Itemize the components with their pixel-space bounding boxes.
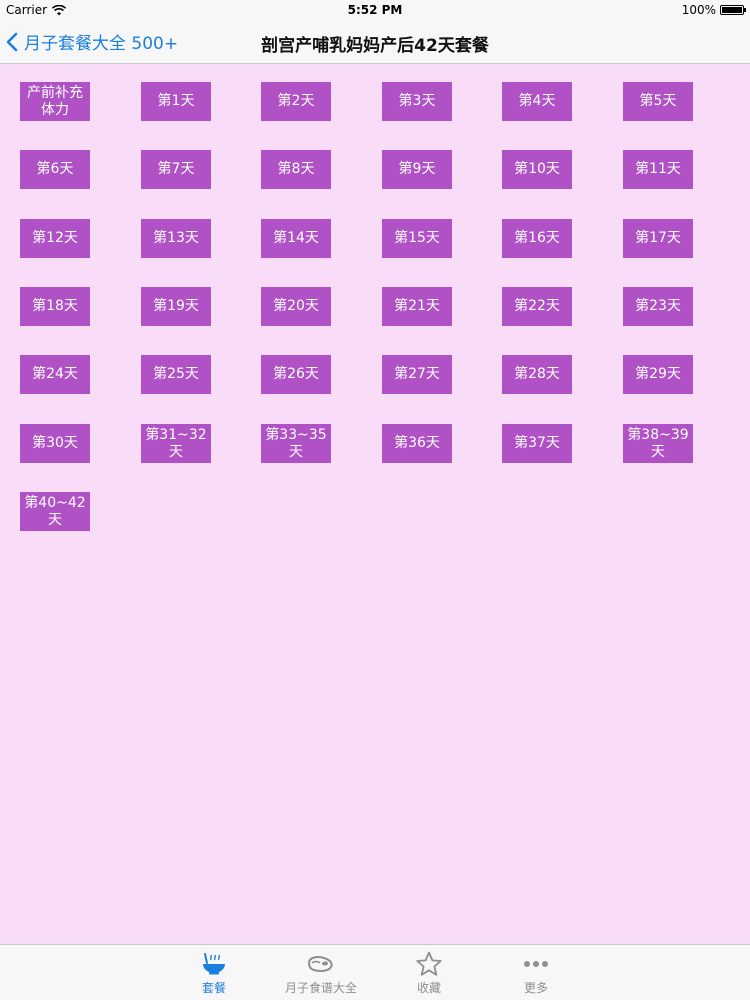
tab-label: 月子食谱大全 [284,981,357,995]
day-button[interactable]: 第12天 [20,219,90,258]
day-button[interactable]: 第10天 [502,150,572,189]
day-button[interactable]: 第19天 [141,287,211,326]
day-button[interactable]: 第40~42天 [20,492,90,531]
day-button[interactable]: 第31~32天 [141,424,211,463]
day-button[interactable]: 第4天 [502,82,572,121]
battery-percent: 100% [681,3,716,17]
day-button[interactable]: 第14天 [261,219,331,258]
battery-icon [720,5,746,15]
day-button[interactable]: 第11天 [623,150,693,189]
day-button[interactable]: 第3天 [382,82,452,121]
day-button[interactable]: 第5天 [623,82,693,121]
day-button[interactable]: 第25天 [141,355,211,394]
day-button[interactable]: 第20天 [261,287,331,326]
day-button[interactable]: 第9天 [382,150,452,189]
day-button[interactable]: 第7天 [141,150,211,189]
star-icon [416,951,442,976]
tab-label: 更多 [523,981,548,995]
day-button[interactable]: 第26天 [261,355,331,394]
more-dots-icon [524,961,548,967]
day-button[interactable]: 第33~35天 [261,424,331,463]
meat-icon [307,956,333,972]
day-button[interactable]: 第16天 [502,219,572,258]
day-button[interactable]: 第1天 [141,82,211,121]
tab-recipes[interactable]: 月子食谱大全 [276,945,366,1000]
day-button[interactable]: 第30天 [20,424,90,463]
tab-label: 收藏 [416,981,441,995]
tab-more[interactable]: 更多 [491,945,581,1000]
day-button[interactable]: 第29天 [623,355,693,394]
tab-favorites[interactable]: 收藏 [384,945,474,1000]
status-bar: Carrier 5:52 PM 100% [0,0,750,20]
day-button[interactable]: 第17天 [623,219,693,258]
day-button[interactable]: 第27天 [382,355,452,394]
day-button[interactable]: 第23天 [623,287,693,326]
day-button[interactable]: 产前补充体力 [20,82,90,121]
day-button[interactable]: 第37天 [502,424,572,463]
tab-label: 套餐 [201,981,226,995]
tab-bar: 套餐 月子食谱大全 收藏 更多 [0,944,750,1000]
day-button[interactable]: 第6天 [20,150,90,189]
day-button[interactable]: 第36天 [382,424,452,463]
day-button[interactable]: 第8天 [261,150,331,189]
tab-package[interactable]: 套餐 [169,945,259,1000]
day-button[interactable]: 第21天 [382,287,452,326]
day-button[interactable]: 第13天 [141,219,211,258]
day-button[interactable]: 第15天 [382,219,452,258]
day-button[interactable]: 第18天 [20,287,90,326]
day-button[interactable]: 第22天 [502,287,572,326]
bowl-icon [203,953,225,975]
day-button[interactable]: 第38~39天 [623,424,693,463]
day-button[interactable]: 第28天 [502,355,572,394]
status-time: 5:52 PM [347,3,403,17]
page-title: 剖宫产哺乳妈妈产后42天套餐 [261,36,489,56]
status-battery: 100% [681,3,746,17]
battery-fill [722,7,742,13]
day-button[interactable]: 第2天 [261,82,331,121]
day-button[interactable]: 第24天 [20,355,90,394]
navigation-bar: 月子套餐大全 500+ 剖宫产哺乳妈妈产后42天套餐 [0,20,750,64]
